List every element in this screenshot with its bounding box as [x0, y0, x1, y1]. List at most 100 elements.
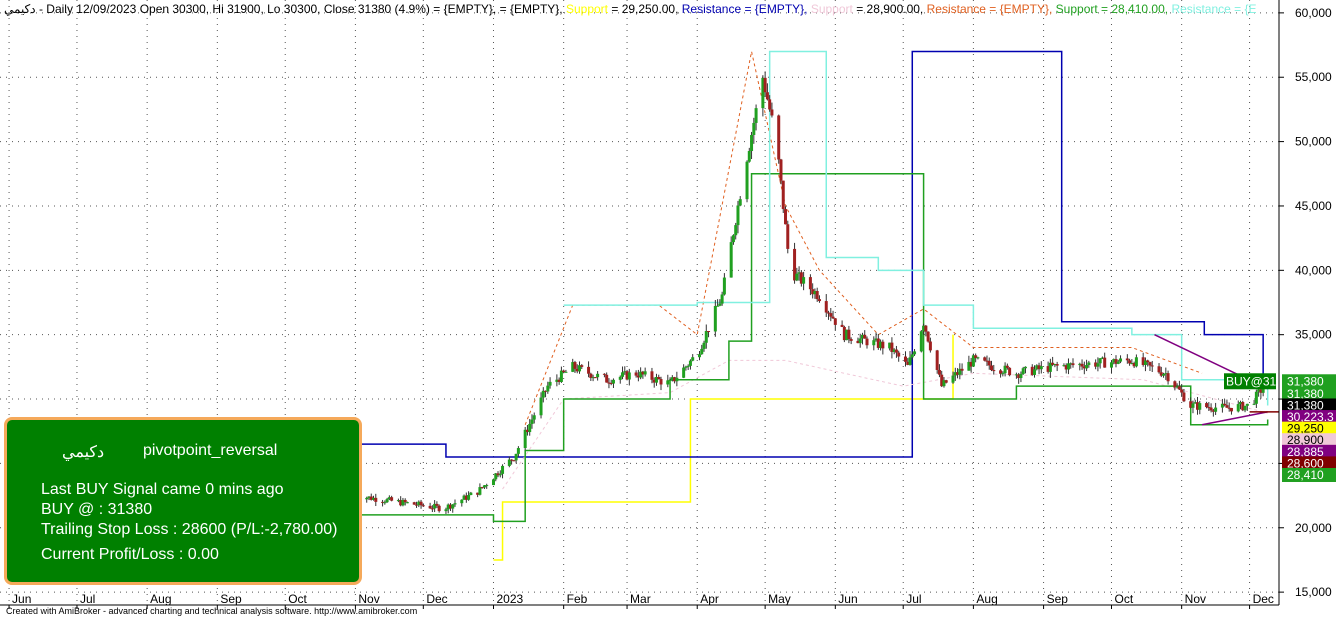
candle-body	[910, 354, 914, 358]
series-line	[502, 359, 1268, 490]
x-tick-label: Sep	[1047, 592, 1069, 606]
candle-body	[831, 316, 835, 319]
candle-body	[478, 487, 482, 495]
signal-info-box: دكيمي pivotpoint_reversal Last BUY Signa…	[4, 417, 362, 585]
candlesticks	[353, 71, 1265, 514]
candle-body	[983, 357, 987, 361]
candle-body	[765, 92, 769, 100]
candle-body	[514, 453, 518, 461]
candle-body	[453, 503, 457, 505]
info-profit-loss: Current Profit/Loss : 0.00	[41, 546, 219, 563]
candle-body	[485, 485, 489, 487]
candle-body	[865, 338, 869, 346]
y-tick-label: 35,000	[1295, 328, 1332, 342]
candle-body	[781, 180, 785, 210]
candle-body	[784, 209, 788, 225]
candle-body	[618, 376, 622, 380]
candle-body	[1080, 363, 1084, 367]
chart-header: دكيمي - Daily 12/09/2023 Open 30300, Hi …	[4, 2, 1257, 16]
x-tick-label: Oct	[1114, 592, 1133, 606]
x-tick-label: Sep	[220, 592, 242, 606]
candle-body	[752, 122, 756, 135]
candle-body	[863, 334, 867, 339]
candle-body	[528, 423, 532, 433]
header-segment: Support	[566, 2, 611, 16]
price-labels: 31,38031,38031,38030,223.329,25028,90028…	[1282, 374, 1336, 482]
candle-body	[824, 301, 828, 313]
info-symbol: دكيمي	[62, 444, 105, 461]
x-tick-label: Jul	[80, 592, 95, 606]
candle-body	[469, 492, 473, 496]
candle-body	[596, 373, 600, 378]
candle-body	[738, 199, 742, 206]
candle-body	[1033, 369, 1037, 375]
candle-body	[1103, 357, 1107, 368]
candle-body	[498, 473, 502, 476]
candle-body	[1021, 368, 1025, 374]
candle-body	[1191, 403, 1195, 408]
candle-body	[548, 381, 552, 386]
candle-body	[666, 380, 670, 385]
candle-body	[987, 360, 991, 366]
candle-body	[1055, 364, 1059, 366]
candle-body	[1157, 366, 1161, 373]
candle-body	[720, 294, 724, 304]
candle-body	[1223, 403, 1227, 406]
candle-body	[1214, 407, 1218, 412]
header-segment: Resistance = {EMPTY},	[927, 2, 1056, 16]
candle-body	[1128, 360, 1132, 364]
candle-body	[516, 448, 520, 454]
x-tick-label: Nov	[358, 592, 379, 606]
y-tick-label: 40,000	[1295, 263, 1332, 277]
trendline	[1201, 411, 1268, 426]
candle-body	[659, 379, 663, 385]
price-label: 28,410	[1287, 468, 1324, 482]
candle-body	[768, 99, 772, 110]
candle-body	[1116, 361, 1120, 364]
candle-body	[374, 497, 378, 502]
candle-body	[390, 497, 394, 501]
header-segment: = 29,250.00,	[611, 2, 681, 16]
candle-body	[1098, 358, 1102, 364]
candle-body	[1243, 405, 1247, 411]
candle-body	[611, 379, 615, 384]
candle-body	[419, 501, 423, 506]
candle-body	[976, 357, 980, 359]
candle-body	[1146, 360, 1150, 363]
candle-body	[1180, 389, 1184, 393]
candle-body	[643, 371, 647, 375]
candle-body	[541, 390, 545, 398]
candle-body	[881, 341, 885, 349]
candle-body	[580, 365, 584, 367]
candle-body	[802, 277, 806, 284]
candle-body	[702, 342, 706, 349]
info-strategy: pivotpoint_reversal	[143, 442, 278, 459]
x-tick-label: Jun	[12, 592, 31, 606]
candle-body	[722, 277, 726, 295]
x-tick-label: 2023	[496, 592, 523, 606]
candle-body	[1198, 403, 1202, 410]
candle-body	[686, 365, 690, 367]
x-tick-label: Nov	[1185, 592, 1206, 606]
candle-body	[1182, 392, 1186, 402]
x-tick-label: Jun	[838, 592, 857, 606]
candle-body	[412, 502, 416, 505]
candle-body	[430, 508, 434, 510]
candle-body	[847, 329, 851, 340]
candle-body	[1109, 362, 1113, 368]
candle-body	[716, 305, 720, 307]
candle-body	[403, 499, 407, 503]
candle-body	[532, 415, 536, 420]
candle-body	[1254, 391, 1258, 404]
buy-label: BUY@31	[1224, 373, 1277, 390]
candle-body	[750, 134, 754, 152]
x-tick-label: Dec	[426, 592, 447, 606]
candle-body	[1001, 373, 1005, 375]
candle-body	[491, 479, 495, 486]
candle-body	[539, 397, 543, 416]
candle-body	[435, 503, 439, 506]
candle-body	[501, 465, 505, 474]
info-last-signal: Last BUY Signal came 0 mins ago	[41, 481, 284, 498]
candle-body	[1005, 365, 1009, 368]
candle-body	[858, 338, 862, 344]
